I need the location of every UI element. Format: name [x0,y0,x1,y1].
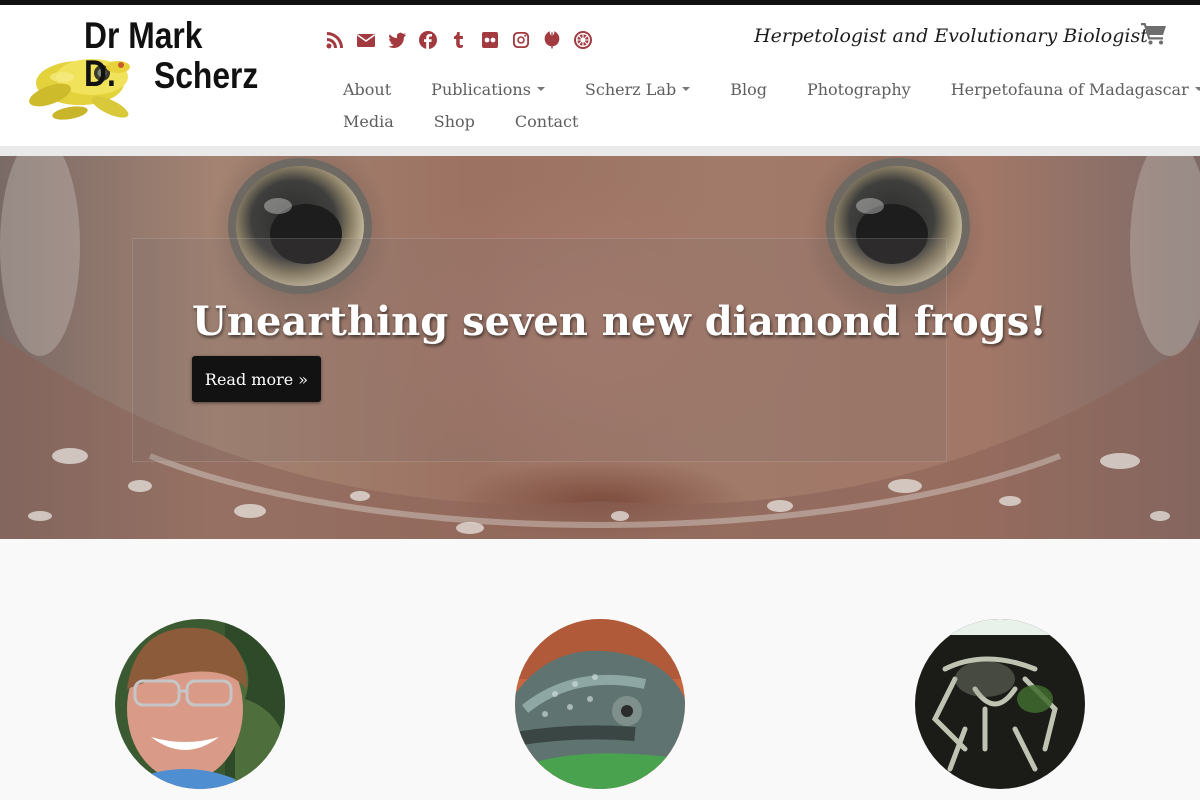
read-more-button[interactable]: Read more » [192,356,321,402]
site-header: Dr Mark D. Scherz Herpetologist and Evol… [0,5,1200,146]
header-separator [0,146,1200,156]
empire-icon[interactable] [573,29,604,51]
flickr-icon[interactable] [480,29,511,51]
nav-item-herpetofauna[interactable]: Herpetofauna of Madagascar [951,80,1200,99]
portrait-photo[interactable] [115,619,285,789]
nav-item-publications[interactable]: Publications [431,80,545,99]
nav-item-scherz-lab[interactable]: Scherz Lab [585,80,691,99]
nav-item-shop[interactable]: Shop [434,112,475,131]
nav-row-2: Media Shop Contact [343,105,1173,137]
rebel-icon[interactable] [542,29,573,51]
nav-item-blog[interactable]: Blog [730,80,767,99]
facebook-icon[interactable] [418,29,449,51]
rss-icon[interactable] [325,29,356,51]
hero-caption-box [132,238,947,462]
social-links [325,29,604,51]
main-nav: About Publications Scherz Lab Blog Photo… [343,73,1200,137]
caret-down-icon [682,87,691,91]
nav-row-1: About Publications Scherz Lab Blog Photo… [343,73,1200,105]
instagram-icon[interactable] [511,29,542,51]
caret-down-icon [1194,87,1200,91]
nav-item-media[interactable]: Media [343,112,394,131]
frog-skeleton-scan[interactable] [915,619,1085,789]
hero-slider[interactable]: Unearthing seven new diamond frogs! Read… [0,156,1200,539]
nav-item-about[interactable]: About [343,80,391,99]
site-tagline: Herpetologist and Evolutionary Biologist [754,25,1148,47]
featured-pages [0,539,1200,800]
envelope-icon[interactable] [356,29,387,51]
hero-title[interactable]: Unearthing seven new diamond frogs! [192,298,1047,345]
chameleon-photo[interactable] [515,619,685,789]
logo-name-line2: Scherz [154,55,259,96]
caret-down-icon [536,87,545,91]
nav-item-contact[interactable]: Contact [515,112,579,131]
nav-item-photography[interactable]: Photography [807,80,911,99]
shopping-cart-icon[interactable] [1141,21,1167,45]
tumblr-icon[interactable] [449,29,480,51]
site-logo[interactable]: Dr Mark D. Scherz [22,15,258,125]
twitter-icon[interactable] [387,29,418,51]
